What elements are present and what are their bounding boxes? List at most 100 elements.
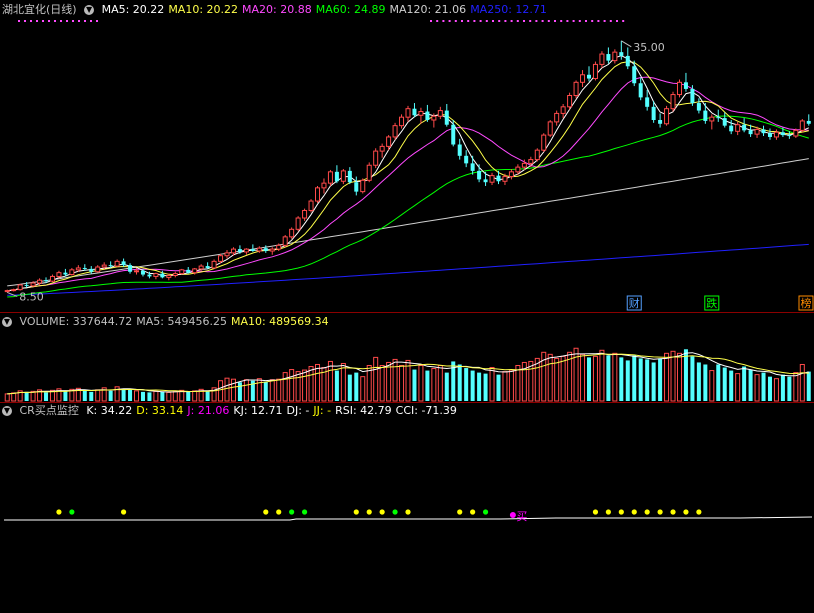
signal-dot <box>683 509 689 515</box>
volume-bar-down <box>716 364 721 401</box>
volume-bar-up <box>243 379 249 402</box>
top-marker-dot <box>54 20 56 22</box>
chart-canvas[interactable]: 35.00 8.50 财 跌 榜买 <box>0 0 814 613</box>
candle-body-down <box>147 274 152 277</box>
candle-body-down <box>625 55 630 67</box>
chevron-down-icon[interactable]: ▼ <box>2 406 12 416</box>
top-marker-dot <box>467 20 470 22</box>
indicator-legend-item-7: CCI: -71.39 <box>395 404 457 417</box>
candle-body-up <box>327 171 333 184</box>
candle-body-up <box>230 248 236 254</box>
candle-body-up <box>521 162 527 168</box>
candle-body-up <box>101 264 107 268</box>
low-pointer <box>7 291 18 297</box>
signal-dot <box>276 509 282 515</box>
volume-bar-down <box>787 376 792 401</box>
top-marker-dot <box>18 20 20 22</box>
candle-body-down <box>237 249 242 252</box>
volume-bar-down <box>470 370 475 401</box>
candle-body-down <box>729 125 734 132</box>
volume-bar-up <box>508 369 514 402</box>
candle-body-down <box>334 171 339 182</box>
top-marker-dot <box>72 20 74 22</box>
volume-bar-down <box>780 374 785 401</box>
candle-body-up <box>547 121 553 136</box>
volume-bar-up <box>735 373 741 402</box>
volume-bar-up <box>172 390 178 402</box>
signal-dot <box>470 509 476 515</box>
candle-body-down <box>761 129 766 134</box>
candle-body-down <box>82 267 87 269</box>
top-marker-dot <box>547 20 550 22</box>
volume-bar-up <box>560 355 566 402</box>
signal-dot <box>69 509 75 515</box>
top-marker-dot <box>442 20 445 22</box>
volume-bar-up <box>773 378 779 402</box>
volume-bar-down <box>767 376 772 401</box>
candle-body-down <box>160 273 165 278</box>
candle-body-up <box>295 217 301 230</box>
indicator-legend-item-2: J: 21.06 <box>187 404 230 417</box>
candle-body-up <box>541 134 547 151</box>
ma-legend-item-2: MA20: 20.88 <box>242 3 312 16</box>
volume-bar-down <box>683 349 688 401</box>
candle-body-up <box>192 268 198 274</box>
volume-bar-down <box>82 390 87 401</box>
volume-bar-down <box>729 370 734 401</box>
volume-bar-up <box>134 390 140 402</box>
candle-body-down <box>347 170 352 183</box>
volume-bar-down <box>496 374 501 401</box>
volume-bar-up <box>282 372 288 402</box>
candle-body-down <box>425 111 430 121</box>
signal-dot <box>289 509 295 515</box>
top-marker-dot <box>473 20 476 22</box>
top-marker-dot <box>66 20 68 22</box>
top-marker-dot <box>42 20 44 22</box>
candle-body-down <box>457 144 462 156</box>
candle-body-down <box>632 66 637 84</box>
candle-body-up <box>17 284 23 291</box>
volume-bar-up <box>547 353 553 402</box>
chevron-down-icon[interactable]: ▼ <box>84 5 95 15</box>
volume-bar-down <box>108 390 113 401</box>
indicator-legend-item-4: DJ: - <box>286 404 310 417</box>
candle-body-down <box>696 103 701 111</box>
volume-legend-item-2: MA10: 489569.34 <box>230 315 329 328</box>
volume-bar-up <box>276 378 282 402</box>
indicator-legend-items: K: 34.22 D: 33.14 J: 21.06 KJ: 12.71 DJ: - JJ… <box>86 404 461 417</box>
candle-body-down <box>638 83 643 98</box>
volume-bar-down <box>354 372 359 401</box>
high-annotation: 35.00 <box>633 41 665 54</box>
volume-bar-up <box>386 361 392 402</box>
candle-body-up <box>560 106 566 114</box>
top-marker-dot <box>609 20 612 22</box>
top-marker-dot <box>560 20 563 22</box>
signal-dot <box>379 509 385 515</box>
volume-bar-up <box>580 353 586 402</box>
candle-body-up <box>515 166 521 173</box>
candle-body-down <box>412 108 417 116</box>
candle-body-up <box>114 260 120 267</box>
volume-bar-down <box>89 391 94 401</box>
ma10-line <box>7 61 809 292</box>
candle-body-up <box>179 269 185 275</box>
volume-bar-down <box>632 355 637 401</box>
top-marker-dot <box>492 20 494 22</box>
candle-body-down <box>806 120 811 124</box>
top-marker-dot <box>622 20 625 22</box>
signal-dot <box>696 509 702 515</box>
candle-body-up <box>799 120 805 131</box>
top-marker-dot <box>541 20 544 22</box>
top-marker-dot <box>461 20 463 22</box>
candle-body-down <box>742 124 747 131</box>
candle-body-down <box>470 163 475 171</box>
candle-body-up <box>37 279 43 284</box>
candle-body-up <box>793 129 799 137</box>
candle-body-up <box>30 282 36 287</box>
top-marker-dot <box>597 20 600 22</box>
candle-body-down <box>690 88 695 104</box>
volume-bar-down <box>464 368 469 401</box>
badge-label: 跌 <box>706 296 717 310</box>
chevron-down-icon[interactable]: ▼ <box>2 317 12 327</box>
volume-bar-up <box>302 369 308 402</box>
